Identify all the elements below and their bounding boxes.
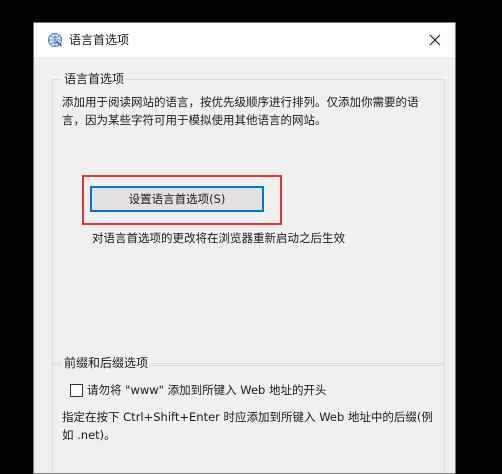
- window-title: 语言首选项: [69, 33, 130, 47]
- no-www-checkbox[interactable]: [70, 383, 83, 397]
- restart-note: 对语言首选项的更改将在浏览器重新启动之后生效: [92, 231, 345, 245]
- language-description: 添加用于阅读网站的语言，按优先级顺序进行排列。仅添加你需要的语言，因为某些字符可…: [62, 95, 419, 127]
- language-group-title: 语言首选项: [61, 71, 128, 87]
- prefix-suffix-group-title: 前缀和后缀选项: [61, 355, 152, 371]
- globe-icon: [47, 32, 63, 48]
- no-www-checkbox-label[interactable]: 请勿将 "www" 添加到所键入 Web 地址的开头: [87, 382, 327, 398]
- dialog-content: 语言首选项 添加用于阅读网站的语言，按优先级顺序进行排列。仅添加你需要的语言，因…: [34, 57, 455, 473]
- prefix-suffix-group: 前缀和后缀选项 请勿将 "www" 添加到所键入 Web 地址的开头 指定在按下…: [52, 355, 445, 473]
- language-preferences-group: 语言首选项 添加用于阅读网站的语言，按优先级顺序进行排列。仅添加你需要的语言，因…: [52, 71, 445, 366]
- close-icon: [429, 34, 441, 46]
- language-preferences-dialog: 语言首选项 语言首选项 添加用于阅读网站的语言，按优先级顺序进行排列。仅添加你需…: [33, 22, 456, 474]
- title-bar: 语言首选项: [34, 23, 455, 57]
- set-language-preferences-button[interactable]: 设置语言首选项(S): [90, 186, 264, 212]
- close-button[interactable]: [415, 23, 455, 57]
- no-www-checkbox-row[interactable]: 请勿将 "www" 添加到所键入 Web 地址的开头: [70, 382, 327, 398]
- suffix-description: 指定在按下 Ctrl+Shift+Enter 时应添加到所键入 Web 地址中的…: [62, 410, 433, 442]
